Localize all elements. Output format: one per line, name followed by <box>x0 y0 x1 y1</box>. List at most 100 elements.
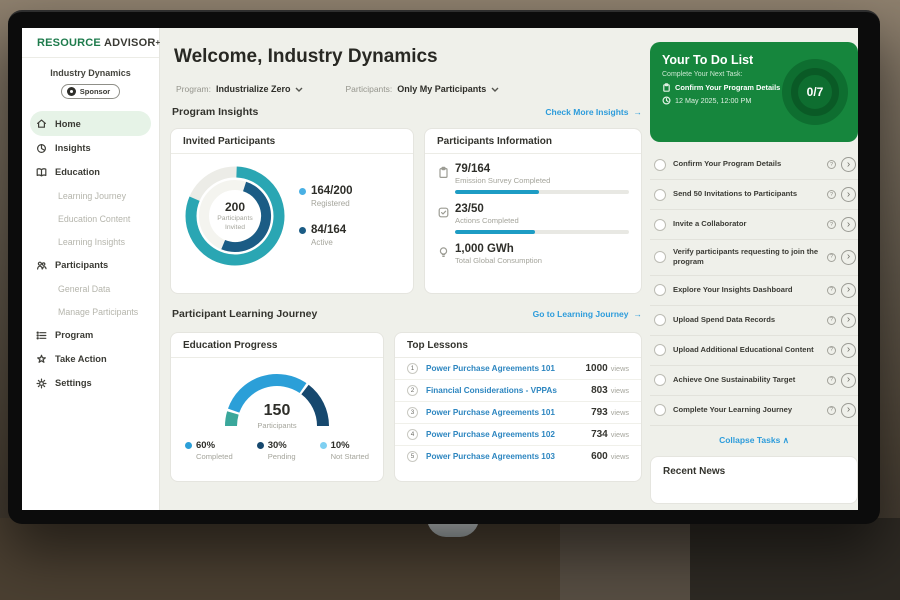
lesson-link[interactable]: Power Purchase Agreements 103 <box>426 452 591 461</box>
sidebar-item-home[interactable]: Home <box>30 111 151 136</box>
task-checkbox[interactable] <box>654 374 666 386</box>
sponsor-badge-label: Sponsor <box>80 87 110 96</box>
collapse-label: Collapse Tasks <box>719 435 780 445</box>
sidebar-item-label: Program <box>55 330 93 340</box>
legend-label: Registered <box>311 199 353 208</box>
go-to-learning-journey-link[interactable]: Go to Learning Journey → <box>533 309 642 319</box>
stat-label: Total Global Consumption <box>455 256 629 265</box>
stat-value: 23/50 <box>455 203 629 215</box>
todo-task-list: Confirm Your Program Details ? › Send 50… <box>650 150 858 426</box>
sidebar-item-program[interactable]: Program <box>22 323 159 347</box>
help-icon: ? <box>827 376 836 385</box>
collapse-tasks-link[interactable]: Collapse Tasks ∧ <box>650 435 858 446</box>
sidebar-item-label: General Data <box>58 284 110 294</box>
sidebar-item-label: Education Content <box>58 214 130 224</box>
clipboard-icon <box>662 83 671 92</box>
link-label: Go to Learning Journey <box>533 309 629 319</box>
chevron-right-icon[interactable]: › <box>841 313 856 328</box>
views-unit: views <box>611 364 629 373</box>
chevron-right-icon[interactable]: › <box>841 157 856 172</box>
legend-active: 84/164 Active <box>299 224 353 247</box>
sidebar-item-take-action[interactable]: Take Action <box>22 347 159 371</box>
chevron-down-icon <box>295 87 303 92</box>
task-row-upload-spend-data[interactable]: Upload Spend Data Records ? › <box>650 306 858 336</box>
dashboard-screen: RESOURCE ADVISOR+ Industry Dynamics Spon… <box>22 28 858 510</box>
sidebar-item-insights[interactable]: Insights <box>22 136 159 160</box>
task-row-explore-insights[interactable]: Explore Your Insights Dashboard ? › <box>650 276 858 306</box>
program-dropdown[interactable]: Program: Industrialize Zero <box>176 84 303 94</box>
lesson-row: 5 Power Purchase Agreements 103 600 view… <box>395 446 641 467</box>
help-icon: ? <box>827 286 836 295</box>
chevron-right-icon[interactable]: › <box>841 283 856 298</box>
logo-secondary: ADVISOR <box>104 37 156 49</box>
task-row-upload-educational-content[interactable]: Upload Additional Educational Content ? … <box>650 336 858 366</box>
sidebar-item-learning-journey[interactable]: Learning Journey <box>22 184 159 207</box>
arrow-right-icon: → <box>634 107 643 117</box>
stat-total-consumption: 1,000 GWh Total Global Consumption <box>437 243 629 265</box>
legend-label: Pending <box>268 452 296 461</box>
sidebar-item-participants[interactable]: Participants <box>22 253 159 277</box>
sidebar-item-education-content[interactable]: Education Content <box>22 207 159 230</box>
task-row-confirm-program[interactable]: Confirm Your Program Details ? › <box>650 150 858 180</box>
sidebar-item-manage-participants[interactable]: Manage Participants <box>22 300 159 323</box>
task-checkbox[interactable] <box>654 404 666 416</box>
sidebar-item-settings[interactable]: Settings <box>22 371 159 395</box>
task-row-complete-learning-journey[interactable]: Complete Your Learning Journey ? › <box>650 396 858 426</box>
invited-donut-chart: 200 Participants Invited <box>181 162 289 270</box>
legend-dot <box>299 227 306 234</box>
recent-news-title: Recent News <box>663 466 845 477</box>
views-count: 734 <box>591 429 608 440</box>
sidebar-item-learning-insights[interactable]: Learning Insights <box>22 230 159 253</box>
chevron-right-icon[interactable]: › <box>841 343 856 358</box>
task-checkbox[interactable] <box>654 314 666 326</box>
chevron-right-icon[interactable]: › <box>841 373 856 388</box>
task-checkbox[interactable] <box>654 344 666 356</box>
help-icon: ? <box>827 190 836 199</box>
task-checkbox[interactable] <box>654 219 666 231</box>
task-label: Verify participants requesting to join t… <box>673 247 822 268</box>
progress-bar <box>455 230 629 234</box>
lesson-link[interactable]: Financial Considerations - VPPAs <box>426 386 591 395</box>
check-more-insights-link[interactable]: Check More Insights → <box>545 107 642 117</box>
book-icon <box>36 167 47 178</box>
chevron-right-icon[interactable]: › <box>841 250 856 265</box>
app-logo: RESOURCE ADVISOR+ <box>22 28 159 58</box>
gear-icon <box>36 378 47 389</box>
main-area: Welcome, Industry Dynamics Program: Indu… <box>160 28 858 510</box>
lesson-link[interactable]: Power Purchase Agreements 101 <box>426 364 586 373</box>
lesson-link[interactable]: Power Purchase Agreements 102 <box>426 430 591 439</box>
sidebar-item-education[interactable]: Education <box>22 160 159 184</box>
sidebar-item-general-data[interactable]: General Data <box>22 277 159 300</box>
participants-dropdown[interactable]: Participants: Only My Participants <box>345 84 499 94</box>
filter-bar: Program: Industrialize Zero Participants… <box>176 84 499 94</box>
sidebar-item-label: Settings <box>55 378 92 388</box>
chevron-right-icon[interactable]: › <box>841 403 856 418</box>
desk-background-mid <box>560 518 690 600</box>
chevron-right-icon[interactable]: › <box>841 217 856 232</box>
lightbulb-icon <box>437 246 450 259</box>
invited-participants-card: Invited Participants 200 Participants In… <box>170 128 414 294</box>
legend-label: Active <box>311 238 353 247</box>
task-row-achieve-target[interactable]: Achieve One Sustainability Target ? › <box>650 366 858 396</box>
chevron-right-icon[interactable]: › <box>841 187 856 202</box>
task-checkbox[interactable] <box>654 159 666 171</box>
org-name: Industry Dynamics <box>22 68 159 78</box>
legend-label: Not Started <box>331 452 369 461</box>
lesson-link[interactable]: Power Purchase Agreements 101 <box>426 408 591 417</box>
task-checkbox[interactable] <box>654 284 666 296</box>
progress-bar <box>455 190 629 194</box>
task-checkbox[interactable] <box>654 251 666 263</box>
task-label: Upload Spend Data Records <box>673 315 822 325</box>
task-row-verify-participants[interactable]: Verify participants requesting to join t… <box>650 240 858 276</box>
program-label: Program: <box>176 84 211 94</box>
rank-badge: 1 <box>407 363 418 374</box>
task-row-invite-collaborator[interactable]: Invite a Collaborator ? › <box>650 210 858 240</box>
education-gauge-chart: 150 Participants <box>215 364 339 430</box>
task-row-send-invitations[interactable]: Send 50 Invitations to Participants ? › <box>650 180 858 210</box>
todo-counter: 0/7 <box>807 85 824 99</box>
task-checkbox[interactable] <box>654 189 666 201</box>
help-icon: ? <box>827 220 836 229</box>
lesson-row: 1 Power Purchase Agreements 101 1000 vie… <box>395 358 641 380</box>
recent-news-card: Recent News <box>650 456 858 504</box>
participants-information-card: Participants Information 79/164 Emission… <box>424 128 642 294</box>
